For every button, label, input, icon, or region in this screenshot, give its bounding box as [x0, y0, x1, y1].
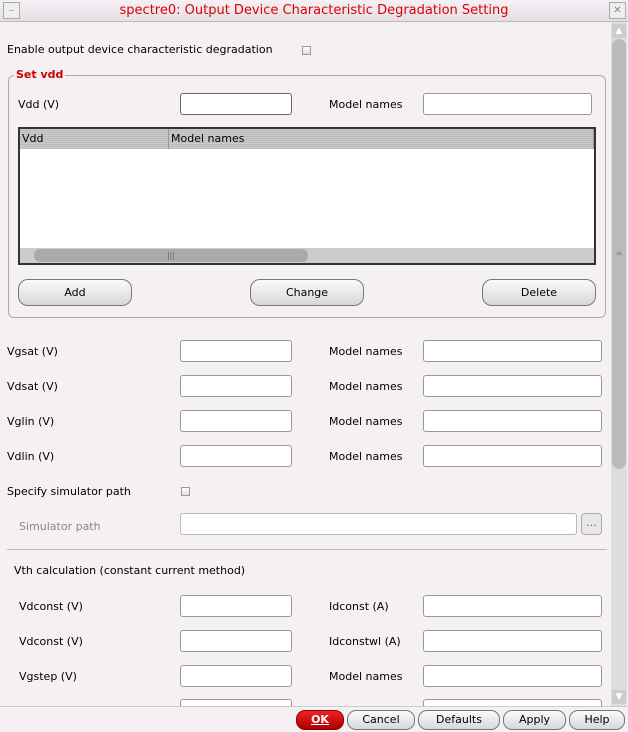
browse-button[interactable]: ...	[581, 513, 602, 535]
ok-button[interactable]: OK	[296, 710, 344, 730]
vertical-scrollbar[interactable]: ▲ ≡ ▼	[611, 22, 627, 706]
add-button[interactable]: Add	[18, 279, 132, 306]
idconst-input[interactable]	[423, 595, 602, 617]
help-button[interactable]: Help	[569, 710, 625, 730]
row-right-label: Model names	[329, 670, 403, 683]
row-label: Vglin (V)	[7, 415, 55, 428]
vgsat-input[interactable]	[180, 340, 292, 362]
row-right-label: Model names	[329, 345, 403, 358]
delete-button[interactable]: Delete	[482, 279, 596, 306]
minimize-icon[interactable]: –	[3, 2, 20, 19]
enable-checkbox[interactable]	[302, 46, 311, 55]
scroll-down-icon[interactable]: ▼	[612, 690, 626, 704]
scroll-up-icon[interactable]: ▲	[612, 24, 626, 38]
vdlin-input[interactable]	[180, 445, 292, 467]
row-label: Vdlin (V)	[7, 450, 55, 463]
dialog-content: Enable output device characteristic degr…	[0, 22, 610, 706]
vgsat-model-input[interactable]	[423, 340, 602, 362]
vdsat-model-input[interactable]	[423, 375, 602, 397]
row-right-label: Model names	[329, 450, 403, 463]
vdconst2-input[interactable]	[180, 630, 292, 652]
row-right-label: Idconst (A)	[329, 600, 389, 613]
change-button[interactable]: Change	[250, 279, 364, 306]
row-label: Vdsat (V)	[7, 380, 58, 393]
row-right-label: Model names	[329, 415, 403, 428]
enable-label: Enable output device characteristic degr…	[7, 43, 273, 56]
window-title: spectre0: Output Device Characteristic D…	[0, 0, 628, 22]
vdconst-input[interactable]	[180, 595, 292, 617]
table-hscrollbar[interactable]: |||	[20, 248, 594, 263]
clipped-input[interactable]	[180, 699, 292, 706]
sim-path-label: Simulator path	[19, 520, 101, 533]
vdd-model-input[interactable]	[423, 93, 592, 115]
clipped-input[interactable]	[423, 699, 602, 706]
vdd-model-label: Model names	[329, 98, 403, 111]
cancel-button[interactable]: Cancel	[347, 710, 415, 730]
vglin-input[interactable]	[180, 410, 292, 432]
specify-sim-checkbox[interactable]	[181, 487, 190, 496]
col-vdd[interactable]: Vdd	[20, 129, 169, 149]
idconstwl-input[interactable]	[423, 630, 602, 652]
close-icon[interactable]: ✕	[609, 2, 626, 19]
specify-sim-label: Specify simulator path	[7, 485, 131, 498]
defaults-button[interactable]: Defaults	[418, 710, 500, 730]
separator	[7, 549, 607, 550]
vgstep-input[interactable]	[180, 665, 292, 687]
col-model-names[interactable]: Model names	[169, 129, 594, 149]
vdd-input[interactable]	[180, 93, 292, 115]
set-vdd-title: Set vdd	[14, 68, 66, 81]
vdd-label: Vdd (V)	[18, 98, 60, 111]
vglin-model-input[interactable]	[423, 410, 602, 432]
row-label: Vdconst (V)	[19, 635, 83, 648]
row-label: Vgstep (V)	[19, 670, 77, 683]
row-label: Vgsat (V)	[7, 345, 58, 358]
vdsat-input[interactable]	[180, 375, 292, 397]
sim-path-input[interactable]	[180, 513, 577, 535]
row-label: Vdconst (V)	[19, 600, 83, 613]
vscroll-thumb[interactable]: ≡	[612, 39, 626, 469]
vdlin-model-input[interactable]	[423, 445, 602, 467]
hscroll-thumb[interactable]: |||	[34, 249, 308, 262]
apply-button[interactable]: Apply	[503, 710, 566, 730]
row-right-label: Model names	[329, 380, 403, 393]
row-right-label: Idconstwl (A)	[329, 635, 401, 648]
vgstep-model-input[interactable]	[423, 665, 602, 687]
vth-title: Vth calculation (constant current method…	[14, 564, 246, 577]
footer-divider	[0, 706, 628, 707]
vdd-table: Vdd Model names |||	[18, 127, 596, 265]
